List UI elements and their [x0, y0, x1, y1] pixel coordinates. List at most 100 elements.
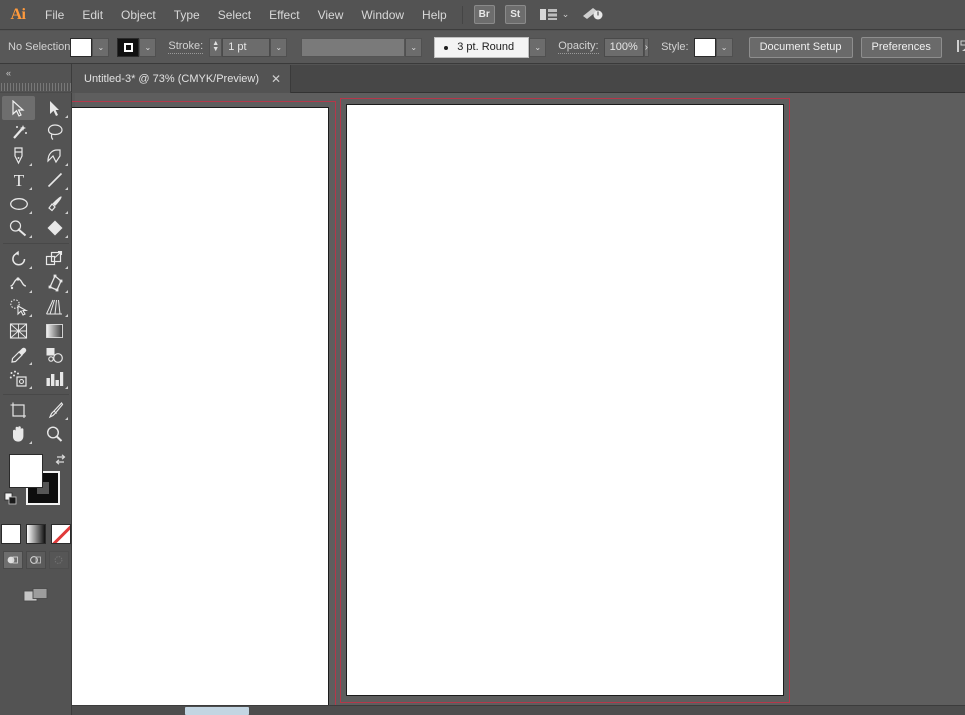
tool-divider [3, 394, 69, 395]
brush-definition-label: 3 pt. Round [457, 40, 515, 53]
ellipse-tool[interactable] [2, 192, 35, 216]
selection-tool[interactable] [2, 96, 35, 120]
flyout-indicator-icon [65, 115, 68, 118]
artboard-tool[interactable] [2, 398, 35, 422]
line-segment-tool[interactable] [38, 168, 71, 192]
graphic-style-swatch[interactable] [693, 37, 716, 57]
fill-color-box[interactable] [9, 454, 43, 488]
variable-width-profile-input[interactable] [301, 37, 406, 57]
change-screen-mode-button[interactable] [0, 587, 71, 605]
menu-bar: Ai File Edit Object Type Select Effect V… [0, 0, 965, 30]
flyout-indicator-icon [29, 266, 32, 269]
stroke-weight-label[interactable]: Stroke: [168, 40, 204, 54]
lasso-tool[interactable] [38, 120, 71, 144]
brush-definition-chevron-down-icon[interactable]: ⌄ [529, 37, 547, 57]
flyout-indicator-icon [29, 290, 32, 293]
menu-item-window[interactable]: Window [352, 0, 413, 30]
workspace-switcher-icon[interactable] [581, 4, 605, 25]
flyout-indicator-icon [29, 211, 32, 214]
artboard-2[interactable] [346, 104, 784, 696]
align-transform-icon[interactable] [956, 38, 965, 57]
mesh-tool[interactable] [2, 319, 35, 343]
direct-selection-tool[interactable] [38, 96, 71, 120]
opacity-input[interactable]: 100% [603, 37, 644, 57]
app-logo: Ai [10, 5, 27, 23]
flyout-indicator-icon [65, 290, 68, 293]
style-label: Style: [661, 41, 689, 53]
eyedropper-tool[interactable] [2, 343, 35, 367]
stock-button[interactable]: St [504, 5, 526, 24]
fill-chevron-down-icon[interactable]: ⌄ [92, 37, 110, 57]
none-button[interactable] [50, 524, 71, 544]
zoom-tool[interactable] [38, 422, 71, 446]
curvature-tool[interactable] [38, 144, 71, 168]
fill-color-swatch[interactable] [70, 37, 93, 57]
artboard-1[interactable] [72, 107, 329, 712]
menu-item-file[interactable]: File [36, 0, 73, 30]
draw-behind-button[interactable] [25, 551, 46, 569]
rotate-tool[interactable] [2, 247, 35, 271]
close-icon[interactable]: ✕ [271, 73, 281, 85]
type-tool[interactable]: T [2, 168, 35, 192]
width-tool[interactable] [2, 271, 35, 295]
draw-normal-button[interactable] [2, 551, 23, 569]
document-setup-button[interactable]: Document Setup [748, 36, 853, 58]
graphic-style-chevron-down-icon[interactable]: ⌄ [715, 37, 733, 57]
pen-tool[interactable] [2, 144, 35, 168]
document-tab[interactable]: Untitled-3* @ 73% (CMYK/Preview) ✕ [72, 65, 292, 93]
bridge-button[interactable]: Br [473, 5, 495, 24]
opacity-label[interactable]: Opacity: [558, 40, 599, 54]
stroke-weight-chevron-down-icon[interactable]: ⌄ [270, 37, 288, 57]
shape-builder-tool[interactable] [2, 295, 35, 319]
menu-item-edit[interactable]: Edit [73, 0, 112, 30]
horizontal-scrollbar[interactable] [72, 705, 965, 715]
flyout-indicator-icon [29, 163, 32, 166]
tools-panel-collapse-button[interactable]: « [0, 64, 71, 81]
preferences-button[interactable]: Preferences [860, 36, 942, 58]
default-fill-stroke-icon[interactable] [4, 492, 18, 509]
free-transform-tool[interactable] [38, 271, 71, 295]
draw-inside-button[interactable] [48, 551, 69, 569]
gradient-tool[interactable] [38, 319, 71, 343]
color-button[interactable] [0, 524, 21, 544]
scale-tool[interactable] [38, 247, 71, 271]
magic-wand-tool[interactable] [2, 120, 35, 144]
symbol-sprayer-tool[interactable] [2, 367, 35, 391]
horizontal-scrollbar-thumb[interactable] [185, 707, 249, 715]
drawing-modes-bar [0, 551, 71, 569]
stroke-chevron-down-icon[interactable]: ⌄ [139, 37, 157, 57]
menu-item-type[interactable]: Type [165, 0, 209, 30]
variable-width-profile-chevron-down-icon[interactable]: ⌄ [405, 37, 423, 57]
flyout-indicator-icon [65, 211, 68, 214]
stroke-weight-input[interactable]: 1 pt [222, 37, 271, 57]
brush-definition-input[interactable]: 3 pt. Round [434, 36, 530, 58]
arrange-documents-icon[interactable] [539, 7, 559, 23]
perspective-grid-tool[interactable] [38, 295, 71, 319]
selection-status-label: No Selection [8, 41, 71, 53]
flyout-indicator-icon [65, 314, 68, 317]
hand-tool[interactable] [2, 422, 35, 446]
menu-item-object[interactable]: Object [112, 0, 165, 30]
blend-tool[interactable] [38, 343, 71, 367]
menu-item-help[interactable]: Help [413, 0, 456, 30]
eraser-tool[interactable] [38, 216, 71, 240]
menu-item-effect[interactable]: Effect [260, 0, 308, 30]
tools-panel-grip[interactable] [0, 81, 72, 93]
column-graph-tool[interactable] [38, 367, 71, 391]
gradient-button[interactable] [25, 524, 46, 544]
flyout-indicator-icon [29, 362, 32, 365]
slice-tool[interactable] [38, 398, 71, 422]
menu-item-view[interactable]: View [309, 0, 353, 30]
color-mode-bar [0, 524, 71, 544]
opacity-expand-icon[interactable]: › [643, 37, 650, 57]
shaper-tool[interactable] [2, 216, 35, 240]
stroke-weight-stepper[interactable]: ▲ ▼ [209, 37, 223, 57]
swap-fill-stroke-icon[interactable] [54, 453, 68, 470]
paintbrush-tool[interactable] [38, 192, 71, 216]
tool-divider [3, 243, 69, 244]
arrange-chevron-down-icon[interactable]: ⌄ [562, 9, 570, 20]
flyout-indicator-icon [29, 187, 32, 190]
menu-item-select[interactable]: Select [209, 0, 260, 30]
canvas-area[interactable] [72, 93, 965, 715]
stroke-color-swatch[interactable] [117, 37, 140, 57]
